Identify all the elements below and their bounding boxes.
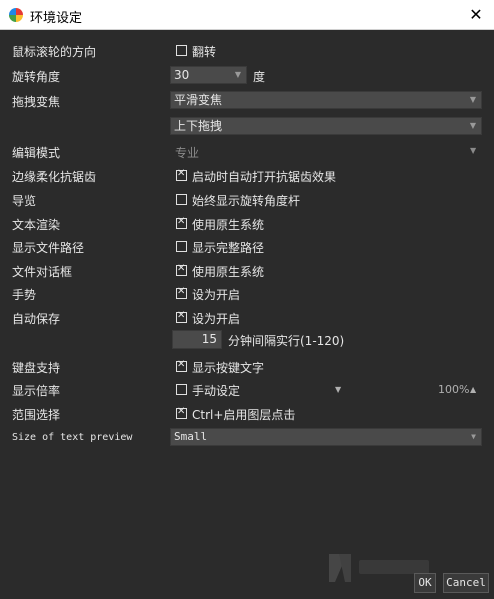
file-path-label: 显示文件路径 [12,241,85,255]
file-dialog-checkbox[interactable] [176,263,187,276]
drag-zoom-mode-value: 平滑变焦 [174,93,223,107]
chevron-down-icon: ▼ [469,121,476,130]
zoom-ratio-label: 显示倍率 [12,384,61,398]
keyboard-checkbox[interactable] [176,359,187,372]
file-path-text: 显示完整路径 [192,241,265,255]
chevron-up-icon[interactable]: ▲ [470,385,476,394]
chevron-down-icon: ▼ [234,70,241,79]
edit-mode-value[interactable]: 专业 [175,144,199,161]
text-render-checkbox[interactable] [176,216,187,229]
app-logo-icon [9,8,23,22]
antialias-checkbox[interactable] [176,168,187,181]
settings-panel: 鼠标滚轮的方向 翻转 旋转角度 30 ▼ 度 拖拽变焦 平滑变焦 ▼ 上下拖拽 … [0,30,494,599]
rotation-angle-value: 30 [174,68,190,82]
drag-zoom-mode-select[interactable]: 平滑变焦 ▼ [170,91,482,109]
cancel-button[interactable]: Cancel [443,573,489,593]
text-render-text: 使用原生系统 [192,218,265,232]
text-preview-value: Small [174,430,208,443]
text-render-label: 文本渲染 [12,218,61,232]
range-select-checkbox[interactable] [176,406,187,419]
close-button[interactable]: ✕ [458,0,494,30]
text-preview-select[interactable]: Small ▼ [170,428,482,446]
scroll-direction-label: 鼠标滚轮的方向 [12,45,97,59]
range-select-text: Ctrl+启用图层点击 [192,408,296,422]
gesture-checkbox[interactable] [176,286,187,299]
drag-zoom-direction-select[interactable]: 上下拖拽 ▼ [170,117,482,135]
navigation-text: 始终显示旋转角度杆 [192,194,301,208]
autosave-interval-input[interactable]: 15 [172,330,222,349]
rotation-angle-select[interactable]: 30 ▼ [170,66,247,84]
file-dialog-label: 文件对话框 [12,265,73,279]
rotation-unit: 度 [253,70,266,84]
ok-button[interactable]: OK [414,573,436,593]
window-title: 环境设定 [30,11,83,26]
autosave-interval-text: 分钟间隔实行(1-120) [228,334,345,348]
gesture-label: 手势 [12,288,37,302]
chevron-down-icon: ▼ [469,95,476,104]
file-dialog-text: 使用原生系统 [192,265,265,279]
scroll-flip-checkbox[interactable] [176,45,187,56]
title-bar: 环境设定 ✕ [0,0,494,30]
text-preview-label: Size of text preview [12,432,133,443]
chevron-down-icon: ▼ [470,146,477,155]
keyboard-text: 显示按键文字 [192,361,265,375]
autosave-checkbox[interactable] [176,310,187,323]
zoom-ratio-checkbox[interactable] [176,384,187,395]
zoom-ratio-value: 100% [438,383,470,396]
rotation-angle-label: 旋转角度 [12,70,61,84]
keyboard-label: 键盘支持 [12,361,61,375]
file-path-checkbox[interactable] [176,241,187,252]
drag-zoom-label: 拖拽变焦 [12,95,61,109]
zoom-ratio-text: 手动设定 [192,384,241,398]
chevron-down-icon: ▼ [471,432,476,441]
navigation-label: 导览 [12,194,37,208]
navigation-checkbox[interactable] [176,194,187,205]
gesture-text: 设为开启 [192,288,241,302]
drag-zoom-direction-value: 上下拖拽 [174,119,223,133]
autosave-text: 设为开启 [192,312,241,326]
edit-mode-label: 编辑模式 [12,146,61,160]
range-select-label: 范围选择 [12,408,61,422]
autosave-label: 自动保存 [12,312,61,326]
chevron-down-icon[interactable]: ▼ [335,385,341,394]
scroll-flip-text: 翻转 [192,45,217,59]
antialias-label: 边缘柔化抗锯齿 [12,170,97,184]
antialias-text: 启动时自动打开抗锯齿效果 [192,170,337,184]
